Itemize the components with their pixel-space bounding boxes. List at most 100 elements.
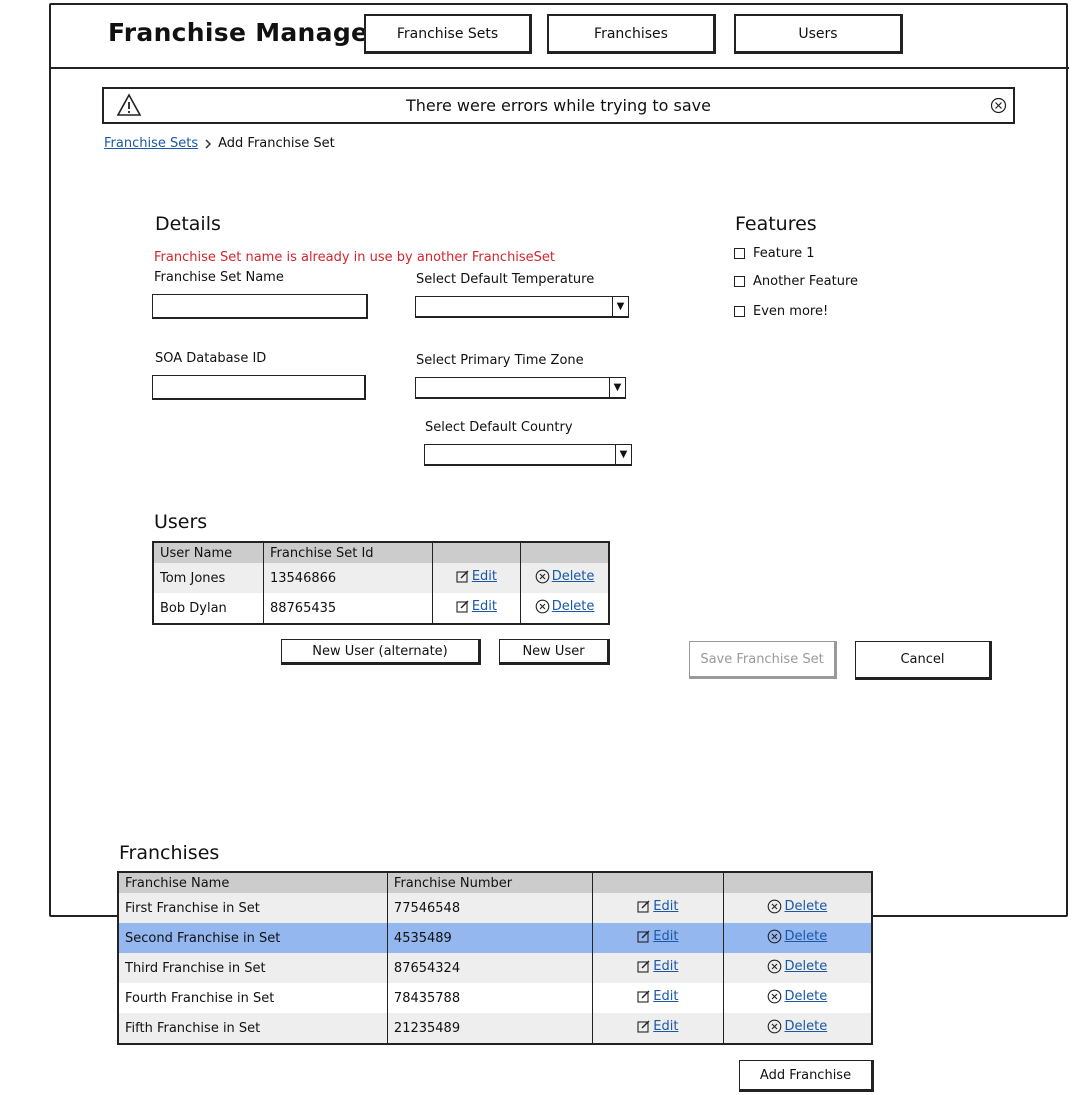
delete-link[interactable]: Delete xyxy=(552,599,595,614)
soa-database-id-input[interactable] xyxy=(152,375,366,400)
edit-icon xyxy=(456,599,470,613)
column-header-franchise-set-id: Franchise Set Id xyxy=(263,542,433,563)
franchise-name-cell: Third Franchise in Set xyxy=(118,953,388,983)
edit-link[interactable]: Edit xyxy=(472,599,497,614)
delete-action[interactable]: Delete xyxy=(535,569,595,584)
edit-action[interactable]: Edit xyxy=(637,959,678,974)
column-header-user-name: User Name xyxy=(153,542,264,563)
column-header-franchise-name: Franchise Name xyxy=(118,872,388,893)
chevron-right-icon xyxy=(204,138,212,149)
default-temperature-select[interactable]: ▼ xyxy=(415,296,629,318)
breadcrumb-current: Add Franchise Set xyxy=(218,136,335,151)
edit-icon xyxy=(637,989,651,1003)
franchise-set-name-input[interactable] xyxy=(152,294,368,319)
default-temperature-label: Select Default Temperature xyxy=(416,272,595,287)
dropdown-arrow-icon[interactable]: ▼ xyxy=(615,445,631,464)
new-user-alternate-button[interactable]: New User (alternate) xyxy=(281,639,481,665)
table-row[interactable]: First Franchise in Set 77546548 Edit Del… xyxy=(118,893,873,923)
even-more-checkbox-row[interactable]: Even more! xyxy=(734,304,828,319)
table-row[interactable]: Fifth Franchise in Set 21235489 Edit Del… xyxy=(118,1013,873,1044)
edit-action[interactable]: Edit xyxy=(637,929,678,944)
dropdown-arrow-icon[interactable]: ▼ xyxy=(612,297,628,316)
franchise-number-cell: 21235489 xyxy=(387,1013,594,1044)
edit-action[interactable]: Edit xyxy=(456,599,497,614)
details-heading: Details xyxy=(155,213,221,235)
column-header-franchise-number: Franchise Number xyxy=(387,872,594,893)
nav-users-button[interactable]: Users xyxy=(734,14,903,54)
edit-link[interactable]: Edit xyxy=(653,959,678,974)
franchise-number-cell: 78435788 xyxy=(387,983,594,1013)
delete-action[interactable]: Delete xyxy=(767,899,827,914)
user-name-cell: Bob Dylan xyxy=(153,593,264,624)
table-row[interactable]: Fourth Franchise in Set 78435788 Edit De… xyxy=(118,983,873,1013)
even-more-checkbox[interactable] xyxy=(734,306,745,317)
column-header-edit xyxy=(432,542,522,563)
delete-action[interactable]: Delete xyxy=(767,989,827,1004)
delete-action[interactable]: Delete xyxy=(767,959,827,974)
primary-time-zone-label: Select Primary Time Zone xyxy=(416,353,584,368)
nav-franchise-sets-button[interactable]: Franchise Sets xyxy=(364,14,532,54)
edit-link[interactable]: Edit xyxy=(653,1019,678,1034)
save-franchise-set-button[interactable]: Save Franchise Set xyxy=(689,641,837,679)
users-heading: Users xyxy=(154,511,208,533)
delete-icon xyxy=(767,899,782,914)
delete-link[interactable]: Delete xyxy=(784,989,827,1004)
edit-link[interactable]: Edit xyxy=(472,569,497,584)
warning-icon xyxy=(116,93,142,117)
delete-icon xyxy=(535,569,550,584)
edit-link[interactable]: Edit xyxy=(653,899,678,914)
app-title: Franchise Manager xyxy=(108,18,381,47)
franchise-name-cell: First Franchise in Set xyxy=(118,893,388,923)
edit-icon xyxy=(637,899,651,913)
table-header-row: User Name Franchise Set Id xyxy=(153,542,610,563)
alert-message: There were errors while trying to save xyxy=(406,96,711,115)
table-header-row: Franchise Name Franchise Number xyxy=(118,872,873,893)
edit-icon xyxy=(456,569,470,583)
franchise-set-id-cell: 13546866 xyxy=(263,563,433,593)
edit-action[interactable]: Edit xyxy=(637,989,678,1004)
delete-link[interactable]: Delete xyxy=(784,959,827,974)
edit-link[interactable]: Edit xyxy=(653,989,678,1004)
column-header-edit xyxy=(592,872,724,893)
delete-icon xyxy=(767,959,782,974)
cancel-button[interactable]: Cancel xyxy=(855,641,992,680)
franchise-number-cell: 87654324 xyxy=(387,953,594,983)
dropdown-arrow-icon[interactable]: ▼ xyxy=(609,378,625,397)
table-row[interactable]: Third Franchise in Set 87654324 Edit Del… xyxy=(118,953,873,983)
table-row-selected[interactable]: Second Franchise in Set 4535489 Edit Del… xyxy=(118,923,873,953)
nav-franchises-button[interactable]: Franchises xyxy=(547,14,716,54)
another-feature-checkbox[interactable] xyxy=(734,276,745,287)
edit-link[interactable]: Edit xyxy=(653,929,678,944)
edit-action[interactable]: Edit xyxy=(637,1019,678,1034)
breadcrumb-link-franchise-sets[interactable]: Franchise Sets xyxy=(104,136,198,151)
add-franchise-button[interactable]: Add Franchise xyxy=(739,1060,874,1092)
default-country-select[interactable]: ▼ xyxy=(424,444,632,466)
delete-action[interactable]: Delete xyxy=(767,1019,827,1034)
delete-action[interactable]: Delete xyxy=(767,929,827,944)
delete-link[interactable]: Delete xyxy=(552,569,595,584)
feature-1-checkbox[interactable] xyxy=(734,248,745,259)
franchises-heading: Franchises xyxy=(119,842,220,864)
new-user-button[interactable]: New User xyxy=(499,639,610,665)
header-divider xyxy=(49,67,1069,69)
primary-time-zone-select[interactable]: ▼ xyxy=(415,377,626,399)
edit-action[interactable]: Edit xyxy=(637,899,678,914)
close-icon[interactable] xyxy=(990,97,1007,114)
franchise-name-cell: Second Franchise in Set xyxy=(118,923,388,953)
edit-action[interactable]: Edit xyxy=(456,569,497,584)
breadcrumb: Franchise Sets Add Franchise Set xyxy=(104,136,335,151)
feature-1-label: Feature 1 xyxy=(753,246,815,261)
delete-link[interactable]: Delete xyxy=(784,929,827,944)
soa-database-id-label: SOA Database ID xyxy=(155,351,267,366)
franchise-set-id-cell: 88765435 xyxy=(263,593,433,624)
delete-action[interactable]: Delete xyxy=(535,599,595,614)
franchise-number-cell: 77546548 xyxy=(387,893,594,923)
feature-1-checkbox-row[interactable]: Feature 1 xyxy=(734,246,815,261)
another-feature-checkbox-row[interactable]: Another Feature xyxy=(734,274,858,289)
even-more-label: Even more! xyxy=(753,304,829,319)
delete-link[interactable]: Delete xyxy=(784,899,827,914)
delete-link[interactable]: Delete xyxy=(784,1019,827,1034)
name-error-message: Franchise Set name is already in use by … xyxy=(154,250,556,265)
features-heading: Features xyxy=(735,213,817,235)
user-name-cell: Tom Jones xyxy=(153,563,264,593)
